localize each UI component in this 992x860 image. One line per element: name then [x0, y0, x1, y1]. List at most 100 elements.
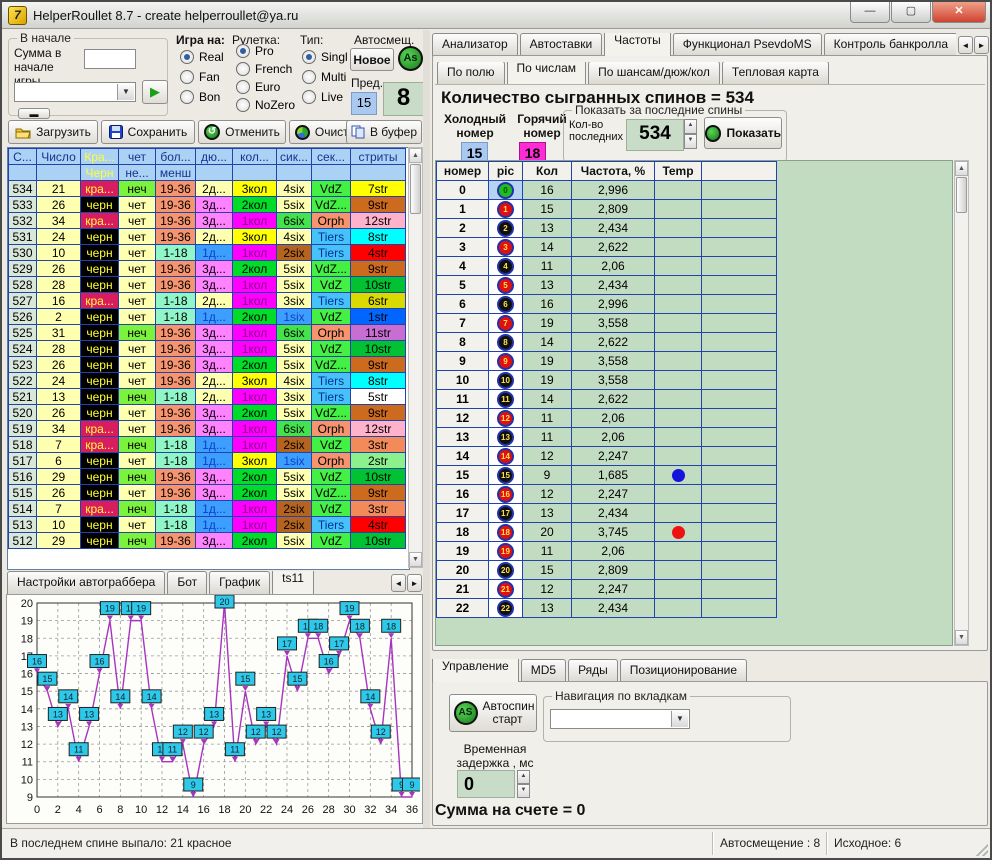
history-header-cell[interactable] — [9, 165, 37, 181]
copy-buffer-button[interactable]: В буфер — [346, 120, 422, 144]
grabber-tab-2[interactable]: График — [209, 571, 270, 594]
radio-icon[interactable] — [236, 44, 250, 58]
history-row[interactable]: 53010чернчет1-181д...1кол2sixTiers4str — [9, 245, 406, 261]
frequency-row[interactable]: 66162,996 — [437, 295, 777, 314]
history-row[interactable]: 52113черннеч1-182д...1кол3sixTiers5str — [9, 389, 406, 405]
autospin-start-button[interactable]: AS Автоспин старт — [449, 694, 537, 732]
frequency-row[interactable]: 44112,06 — [437, 257, 777, 276]
history-header-cell[interactable]: бол... — [156, 149, 196, 165]
history-header-cell[interactable] — [196, 165, 233, 181]
history-row[interactable]: 52828чернчет19-363д...1кол5sixVdZ10str — [9, 277, 406, 293]
load-button[interactable]: Загрузить — [8, 120, 98, 144]
history-row[interactable]: 52326чернчет19-363д...2кол5sixVdZ...9str — [9, 357, 406, 373]
frequency-header-cell[interactable] — [702, 162, 777, 181]
combo-dropdown-icon[interactable]: ▼ — [117, 84, 134, 100]
scroll-down-icon[interactable]: ▼ — [955, 630, 968, 645]
grabber-tab-0[interactable]: Настройки автограббера — [7, 571, 165, 594]
radio-option[interactable]: NoZero — [236, 98, 295, 112]
frequency-row[interactable]: 77193,558 — [437, 314, 777, 333]
radio-icon[interactable] — [180, 90, 194, 104]
freq-subtab-1[interactable]: По числам — [507, 62, 587, 84]
frequency-row[interactable]: 151591,685 — [437, 466, 777, 485]
frequency-header-cell[interactable]: Кол — [523, 162, 572, 181]
vertical-splitter[interactable] — [423, 30, 430, 828]
radio-icon[interactable] — [236, 62, 250, 76]
collapse-button[interactable]: ▬ — [18, 108, 50, 119]
radio-icon[interactable] — [302, 50, 316, 64]
history-row[interactable]: 5147кра...неч1-181д...1кол2sixVdZ3str — [9, 501, 406, 517]
history-row[interactable]: 52716кра...чет1-182д...1кол3sixTiers6str — [9, 293, 406, 309]
main-tab-0[interactable]: Анализатор — [432, 33, 518, 56]
history-header-cell[interactable]: С... — [9, 149, 37, 165]
frequency-scrollbar[interactable]: ▲ ▼ — [954, 160, 969, 646]
radio-option[interactable]: Pro — [236, 44, 295, 58]
history-header-cell[interactable]: сек... — [312, 149, 351, 165]
maximize-button[interactable]: ▢ — [891, 2, 931, 23]
history-row[interactable]: 5176чернчет1-181д...3кол1sixOrph2str — [9, 453, 406, 469]
spin-up-icon[interactable]: ▲ — [517, 770, 530, 784]
frequency-row[interactable]: 1818203,745 — [437, 523, 777, 542]
frequency-header-cell[interactable]: pic — [489, 162, 523, 181]
save-button[interactable]: Сохранить — [101, 120, 195, 144]
frequency-row[interactable]: 1313112,06 — [437, 428, 777, 447]
radio-icon[interactable] — [236, 80, 250, 94]
undo-button[interactable]: ↺ Отменить — [198, 120, 286, 144]
radio-option[interactable]: Bon — [180, 90, 224, 104]
radio-option[interactable]: Fan — [180, 70, 224, 84]
history-row[interactable]: 52428чернчет19-363д...1кол5sixVdZ10str — [9, 341, 406, 357]
freq-subtab-2[interactable]: По шансам/дюж/кол — [588, 62, 720, 84]
history-row[interactable]: 51629черннеч19-363д...2кол5sixVdZ10str — [9, 469, 406, 485]
main-tab-2[interactable]: Частоты — [604, 33, 671, 56]
history-row[interactable]: 53421кра...неч19-362д...3кол4sixVdZ7str — [9, 181, 406, 197]
frequency-row[interactable]: 1616122,247 — [437, 485, 777, 504]
resize-grip[interactable] — [976, 844, 988, 856]
combo-dropdown-icon[interactable]: ▼ — [671, 711, 688, 727]
radio-icon[interactable] — [302, 70, 316, 84]
history-row[interactable]: 52531черннеч19-363д...1кол6sixOrph11str — [9, 325, 406, 341]
frequency-row[interactable]: 1010193,558 — [437, 371, 777, 390]
frequency-row[interactable]: 00162,996 — [437, 181, 777, 200]
radio-icon[interactable] — [302, 90, 316, 104]
frequency-row[interactable]: 11152,809 — [437, 200, 777, 219]
frequency-row[interactable]: 33142,622 — [437, 238, 777, 257]
radio-option[interactable]: Real — [180, 50, 224, 64]
frequency-header-cell[interactable]: Temp — [655, 162, 702, 181]
grabber-tab-1[interactable]: Бот — [167, 571, 207, 594]
spin-down-icon[interactable]: ▼ — [684, 134, 697, 149]
history-row[interactable]: 53326чернчет19-363д...2кол5sixVdZ...9str — [9, 197, 406, 213]
main-tabs-scroll-right-icon[interactable]: ► — [974, 36, 989, 54]
radio-option[interactable]: Multi — [302, 70, 348, 84]
history-header-cell[interactable] — [277, 165, 312, 181]
frequency-row[interactable]: 2121122,247 — [437, 580, 777, 599]
main-tab-3[interactable]: Функционал PsevdoMS — [673, 33, 822, 56]
autoshift-as-icon[interactable]: As — [398, 46, 423, 71]
count-last-spinner[interactable]: ▲ ▼ — [684, 119, 697, 149]
history-row[interactable]: 52926чернчет19-363д...2кол5sixVdZ...9str — [9, 261, 406, 277]
frequency-row[interactable]: 2222132,434 — [437, 599, 777, 618]
minimize-button[interactable]: — — [850, 2, 890, 23]
history-row[interactable]: 51934кра...чет19-363д...1кол6sixOrph12st… — [9, 421, 406, 437]
grabber-tab-3[interactable]: ts11 — [272, 571, 314, 594]
history-row[interactable]: 51229черннеч19-363д...2кол5sixVdZ10str — [9, 533, 406, 549]
history-header-cell[interactable]: Кра... — [81, 149, 119, 165]
history-header-cell[interactable]: Черн — [81, 165, 119, 181]
history-header-cell[interactable]: Число — [37, 149, 81, 165]
history-header-cell[interactable]: не... — [119, 165, 156, 181]
main-tab-4[interactable]: Контроль банкролла — [824, 33, 956, 56]
frequency-header-cell[interactable]: Частота, % — [572, 162, 655, 181]
history-scrollbar[interactable]: ▲ ▼ — [408, 147, 423, 568]
freq-subtab-0[interactable]: По полю — [437, 62, 505, 84]
scroll-down-icon[interactable]: ▼ — [409, 552, 422, 567]
frequency-scroll-thumb[interactable] — [956, 177, 967, 213]
history-header-cell[interactable] — [351, 165, 406, 181]
history-row[interactable]: 5262чернчет1-181д...2кол1sixVdZ1str — [9, 309, 406, 325]
frequency-header-cell[interactable]: номер — [437, 162, 489, 181]
radio-option[interactable]: Singl — [302, 50, 348, 64]
control-tab-1[interactable]: MD5 — [521, 659, 566, 682]
radio-option[interactable]: Euro — [236, 80, 295, 94]
spin-down-icon[interactable]: ▼ — [517, 784, 530, 798]
history-scroll-thumb[interactable] — [410, 164, 421, 214]
frequency-row[interactable]: 1717132,434 — [437, 504, 777, 523]
frequency-row[interactable]: 99193,558 — [437, 352, 777, 371]
history-header-cell[interactable]: менш — [156, 165, 196, 181]
